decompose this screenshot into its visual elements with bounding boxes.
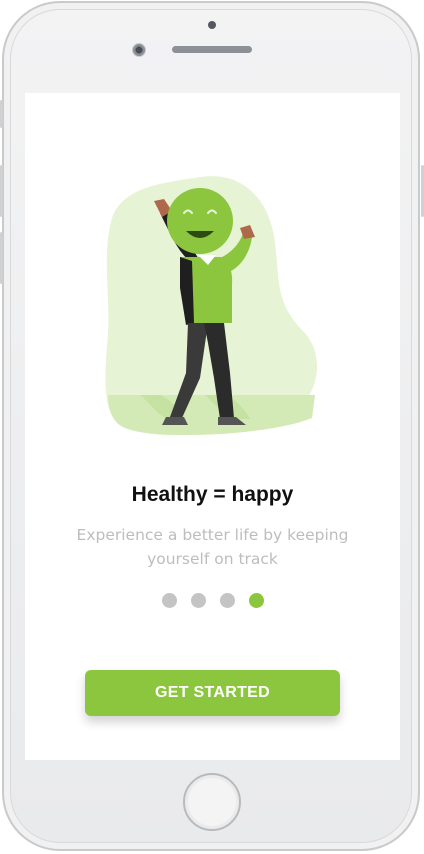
get-started-button[interactable]: GET STARTED [85, 670, 340, 716]
volume-down-button [0, 232, 3, 284]
home-button[interactable] [183, 773, 241, 831]
page-indicator [25, 593, 400, 608]
proximity-sensor [208, 21, 216, 29]
onboarding-screen: Healthy = happy Experience a better life… [25, 93, 400, 760]
page-dot-2[interactable] [190, 593, 206, 608]
page-dot-1[interactable] [161, 593, 177, 608]
onboarding-title: Healthy = happy [131, 483, 294, 506]
mute-switch [0, 100, 3, 128]
page-dot-3[interactable] [219, 593, 235, 608]
person-with-smiley-face-illustration [105, 176, 318, 436]
onboarding-subtitle: Experience a better life by keeping your… [76, 526, 349, 568]
volume-up-button [0, 165, 3, 217]
front-camera [132, 43, 146, 57]
page-dot-4-active[interactable] [248, 593, 264, 608]
earpiece-speaker [172, 46, 252, 53]
